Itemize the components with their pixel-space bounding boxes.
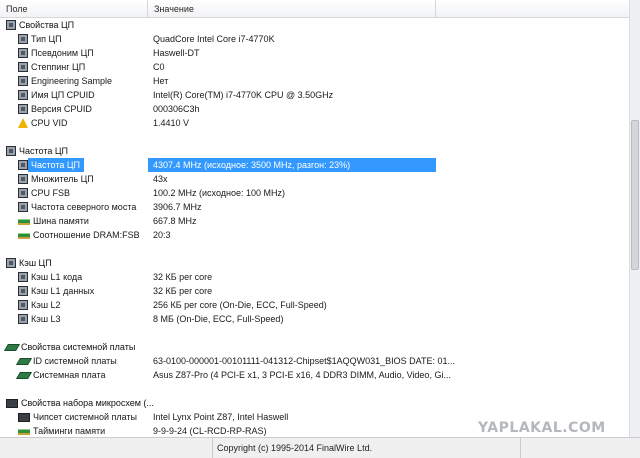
cpu-icon [18, 300, 28, 310]
warning-icon [18, 118, 28, 128]
cpu-icon [18, 314, 28, 324]
cpu-icon [18, 188, 28, 198]
group-cpu-frequency[interactable]: Частота ЦП [0, 144, 629, 158]
column-value-header[interactable]: Значение [148, 0, 436, 18]
cpu-icon [18, 174, 28, 184]
list-item[interactable]: Кэш L1 данных 32 КБ per core [0, 284, 629, 298]
vertical-scrollbar[interactable] [629, 0, 640, 437]
cpu-icon [18, 286, 28, 296]
status-bar: Copyright (c) 1995-2014 FinalWire Ltd. [0, 437, 640, 458]
column-header: Поле Значение [0, 0, 629, 18]
list-item[interactable]: CPU VID 1.4410 V [0, 116, 629, 130]
cpu-icon [18, 104, 28, 114]
scrollbar-thumb[interactable] [631, 120, 639, 270]
properties-list: Свойства ЦП Тип ЦП QuadCore Intel Core i… [0, 18, 629, 437]
list-item[interactable]: Engineering Sample Нет [0, 74, 629, 88]
column-field-header[interactable]: Поле [0, 0, 148, 18]
cpu-icon [6, 146, 16, 156]
memory-icon [18, 429, 30, 435]
list-item[interactable]: Тип ЦП QuadCore Intel Core i7-4770K [0, 32, 629, 46]
cpu-icon [18, 62, 28, 72]
group-cpu-properties[interactable]: Свойства ЦП [0, 18, 629, 32]
watermark: YAPLAKAL.COM [478, 420, 606, 436]
copyright-text: Copyright (c) 1995-2014 FinalWire Ltd. [212, 438, 522, 458]
list-item[interactable]: Соотношение DRAM:FSB 20:3 [0, 228, 629, 242]
memory-icon [18, 219, 30, 225]
list-item[interactable]: Кэш L2 256 КБ per core (On-Die, ECC, Ful… [0, 298, 629, 312]
list-item[interactable]: Псевдоним ЦП Haswell-DT [0, 46, 629, 60]
memory-icon [18, 233, 30, 239]
group-motherboard-properties[interactable]: Свойства системной платы [0, 340, 629, 354]
cpu-icon [18, 202, 28, 212]
cpu-icon [18, 48, 28, 58]
cpu-icon [18, 90, 28, 100]
list-item[interactable]: Имя ЦП CPUID Intel(R) Core(TM) i7-4770K … [0, 88, 629, 102]
list-item-selected[interactable]: Частота ЦП 4307.4 MHz (исходное: 3500 MH… [0, 158, 629, 172]
cpu-icon [18, 272, 28, 282]
cpu-icon [6, 20, 16, 30]
cpu-icon [18, 160, 28, 170]
list-item[interactable]: Системная плата Asus Z87-Pro (4 PCI-E x1… [0, 368, 629, 382]
cpu-icon [18, 76, 28, 86]
list-item[interactable]: Кэш L3 8 МБ (On-Die, ECC, Full-Speed) [0, 312, 629, 326]
list-item[interactable]: Шина памяти 667.8 MHz [0, 214, 629, 228]
chipset-icon [6, 398, 18, 408]
list-item[interactable]: Версия CPUID 000306C3h [0, 102, 629, 116]
list-item[interactable]: CPU FSB 100.2 MHz (исходное: 100 MHz) [0, 186, 629, 200]
group-chipset-properties[interactable]: Свойства набора микросхем (... [0, 396, 629, 410]
list-item[interactable]: Кэш L1 кода 32 КБ per core [0, 270, 629, 284]
group-cpu-cache[interactable]: Кэш ЦП [0, 256, 629, 270]
chipset-icon [18, 412, 30, 422]
list-item[interactable]: Множитель ЦП 43x [0, 172, 629, 186]
list-item[interactable]: Частота северного моста 3906.7 MHz [0, 200, 629, 214]
list-item[interactable]: ID системной платы 63-0100-000001-001011… [0, 354, 629, 368]
cpu-icon [6, 258, 16, 268]
cpu-icon [18, 34, 28, 44]
list-item[interactable]: Степпинг ЦП C0 [0, 60, 629, 74]
